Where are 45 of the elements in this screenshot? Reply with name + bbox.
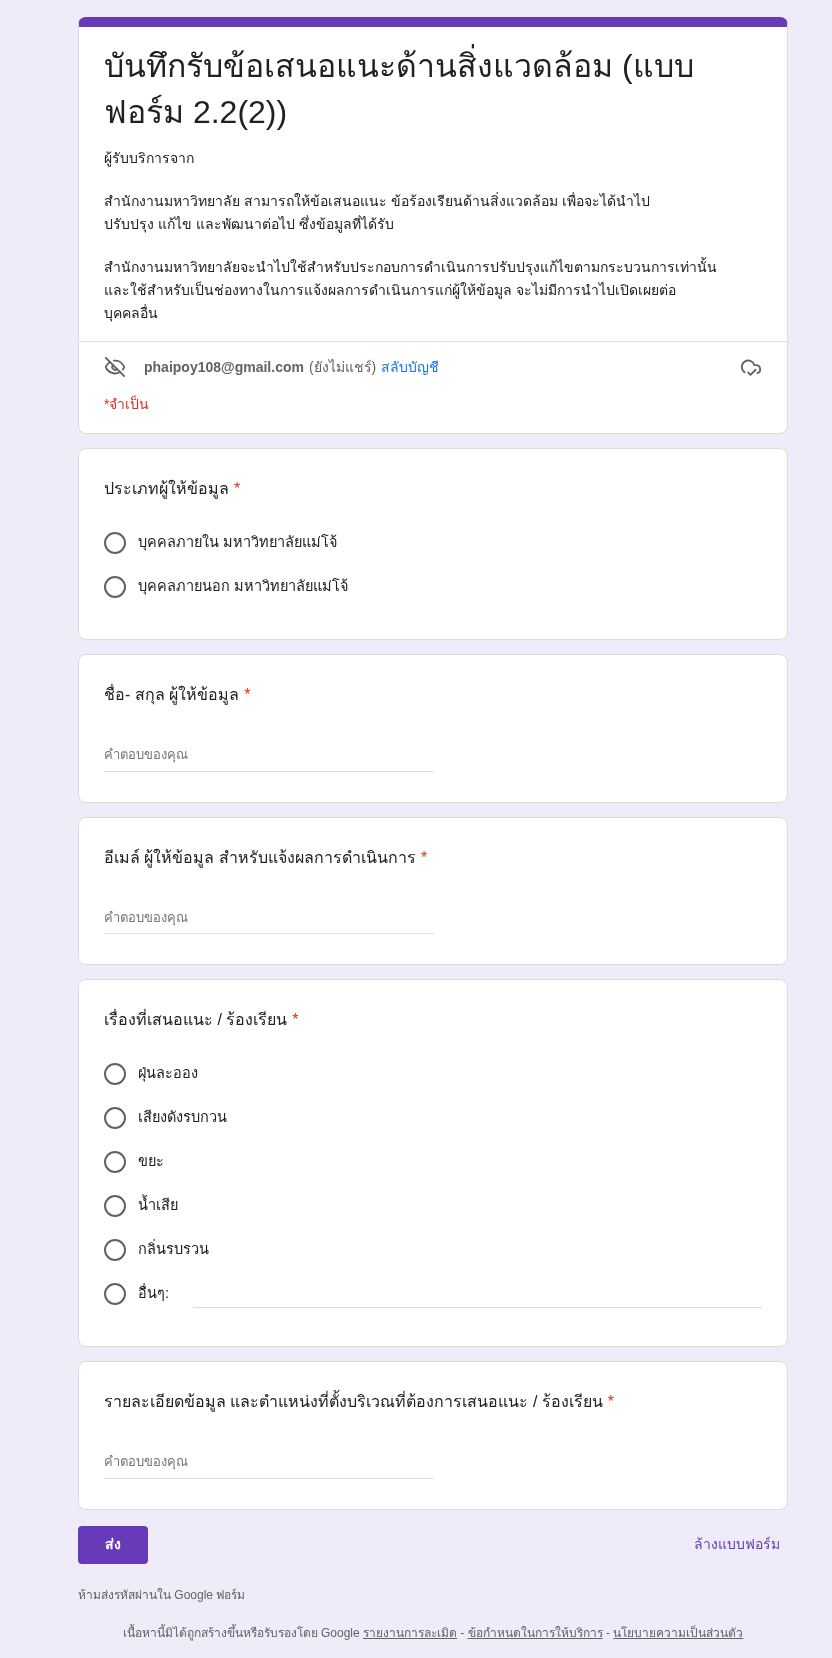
option-label: บุคคลภายใน มหาวิทยาลัยแม่โจ้ — [138, 533, 338, 553]
option-label: กลิ่นรบรวน — [138, 1239, 209, 1260]
option-label: ฝุ่นละออง — [138, 1064, 198, 1084]
clear-form-button[interactable]: ล้างแบบฟอร์ม — [686, 1526, 788, 1563]
required-asterisk: * — [292, 1010, 299, 1030]
required-asterisk: * — [244, 685, 251, 705]
radio-button[interactable] — [104, 1151, 126, 1173]
answer-field[interactable]: คำตอบของคุณ — [104, 907, 434, 934]
question-title: ประเภทผู้ให้ข้อมูล — [104, 478, 229, 501]
option-label: อื่นๆ: — [138, 1283, 170, 1304]
submit-button[interactable]: ส่ง — [78, 1525, 148, 1564]
radio-button[interactable] — [104, 576, 126, 598]
required-asterisk: * — [420, 847, 428, 868]
required-asterisk: * — [234, 479, 241, 499]
question-title: เรื่องที่เสนอแนะ / ร้องเรียน — [104, 1008, 288, 1030]
required-asterisk: * — [607, 1392, 614, 1412]
account-email: phaipoy108@gmail.com — [144, 357, 304, 377]
footer-link[interactable]: ข้อกำหนดในการให้บริการ — [467, 1625, 603, 1640]
radio-button[interactable] — [104, 1283, 126, 1305]
footer-link[interactable]: รายงานการละเมิด — [363, 1625, 457, 1640]
option-label: บุคคลภายนอก มหาวิทยาลัยแม่โจ้ — [138, 577, 349, 597]
share-status: (ยังไม่แชร์) — [308, 357, 377, 377]
radio-button[interactable] — [104, 532, 126, 554]
radio-button[interactable] — [104, 1195, 126, 1217]
option-label: ขยะ — [138, 1152, 164, 1172]
footer-link[interactable]: นโยบายความเป็นส่วนตัว — [613, 1625, 744, 1640]
switch-account-link[interactable]: สลับบัญชี — [381, 356, 440, 378]
radio-button[interactable] — [104, 1063, 126, 1085]
eye-off-icon — [104, 356, 126, 378]
form-description: ผู้รับบริการจาก — [104, 149, 195, 169]
form-description: สำนักงานมหาวิทยาลัย สามารถให้ข้อเสนอแนะ ข้อร้องเรียนด้านสิ่งแวดล้อม เพื่อจะได้นำไป ปรับปรุง แก้ไข และพัฒนาต่อไป ซึ่งข้อมูลที่ได้รับ — [104, 191, 651, 235]
question-title: ชื่อ- สกุล ผู้ให้ข้อมูล — [104, 683, 240, 707]
question-title: รายละเอียดข้อมูล และตำแหน่งที่ตั้งบริเวณที่ต้องการเสนอแนะ / ร้องเรียน — [104, 1390, 603, 1414]
question-title: อีเมล์ ผู้ให้ข้อมูล สำหรับแจ้งผลการดำเนินการ — [104, 847, 416, 870]
answer-field[interactable]: คำตอบของคุณ — [104, 745, 434, 772]
required-note: *จำเป็น — [104, 394, 151, 414]
option-label: เสียงดังรบกวน — [138, 1108, 227, 1128]
form-description: สำนักงานมหาวิทยาลัยจะนำไปใช้สำหรับประกอบการดำเนินการปรับปรุงแก้ไขตามกระบวนการเท่านั้น และใช้สำหรับเป็นช่องทางในการแจ้งผลการดำเนินการแก่ผู้ให้ข้อมูล จะไม่มีการนำไปเปิดเผยต่อ บุคคลอื่น — [104, 256, 718, 324]
footer-text: เนื้อหานี้มิได้ถูกสร้างขึ้นหรือรับรองโดย Google รายงานการละเมิด - ข้อกำหนดในการให้บริการ - นโยบายความเป็นส่วนตัว — [121, 1623, 745, 1642]
password-warning: ห้ามส่งรหัสผ่านใน Google ฟอร์ม — [78, 1586, 247, 1604]
radio-button[interactable] — [104, 1239, 126, 1261]
form-title: บันทึกรับข้อเสนอแนะด้านสิ่งแวดล้อม (แบบฟอร์ม 2.2(2)) — [104, 43, 744, 135]
option-label: น้ำเสีย — [138, 1195, 178, 1217]
answer-field[interactable]: คำตอบของคุณ — [104, 1452, 434, 1479]
radio-button[interactable] — [104, 1107, 126, 1129]
